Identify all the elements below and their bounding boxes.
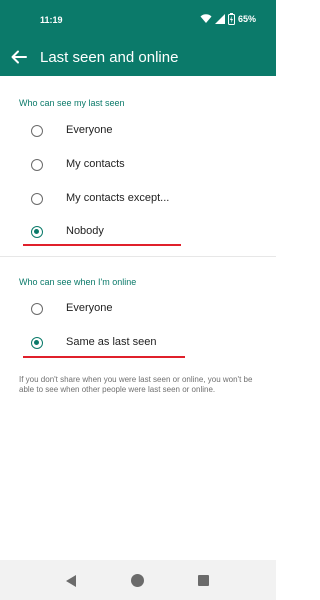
nav-back-icon[interactable]	[66, 575, 76, 587]
signal-icon	[214, 14, 225, 24]
radio-button[interactable]	[31, 125, 43, 137]
section-divider	[0, 256, 276, 257]
last-seen-header: Who can see my last seen	[19, 98, 125, 108]
nav-recents-icon[interactable]	[198, 575, 209, 586]
system-navigation-bar	[0, 560, 276, 600]
battery-level: 65%	[237, 14, 256, 24]
online-option-same-as-last-seen[interactable]: Same as last seen	[0, 329, 276, 359]
privacy-footnote: If you don't share when you were last se…	[19, 375, 253, 394]
option-label: Everyone	[66, 302, 113, 314]
online-option-everyone[interactable]: Everyone	[0, 295, 276, 325]
last-seen-option-everyone[interactable]: Everyone	[0, 117, 276, 147]
radio-button[interactable]	[31, 303, 43, 315]
last-seen-option-my-contacts-except[interactable]: My contacts except...	[0, 185, 276, 215]
arrow-left-icon[interactable]	[10, 48, 28, 66]
annotation-underline	[23, 356, 185, 358]
app-bar: Last seen and online	[0, 40, 276, 76]
radio-button[interactable]	[31, 159, 43, 171]
option-label: Everyone	[66, 124, 113, 136]
status-icons: 65%	[200, 12, 256, 26]
radio-button-selected[interactable]	[31, 337, 43, 349]
page-title: Last seen and online	[40, 49, 179, 66]
nav-home-icon[interactable]	[131, 574, 144, 587]
status-time: 11:19	[40, 15, 63, 25]
option-label: Nobody	[66, 225, 104, 237]
last-seen-option-my-contacts[interactable]: My contacts	[0, 151, 276, 181]
wifi-icon	[200, 14, 212, 23]
online-header: Who can see when I'm online	[19, 277, 137, 287]
radio-button-selected[interactable]	[31, 226, 43, 238]
battery-icon	[227, 13, 235, 25]
radio-button[interactable]	[31, 193, 43, 205]
option-label: My contacts except...	[66, 192, 170, 204]
option-label: My contacts	[66, 158, 125, 170]
annotation-underline	[23, 244, 181, 246]
status-bar: 11:19 65%	[0, 0, 276, 40]
option-label: Same as last seen	[66, 336, 157, 348]
